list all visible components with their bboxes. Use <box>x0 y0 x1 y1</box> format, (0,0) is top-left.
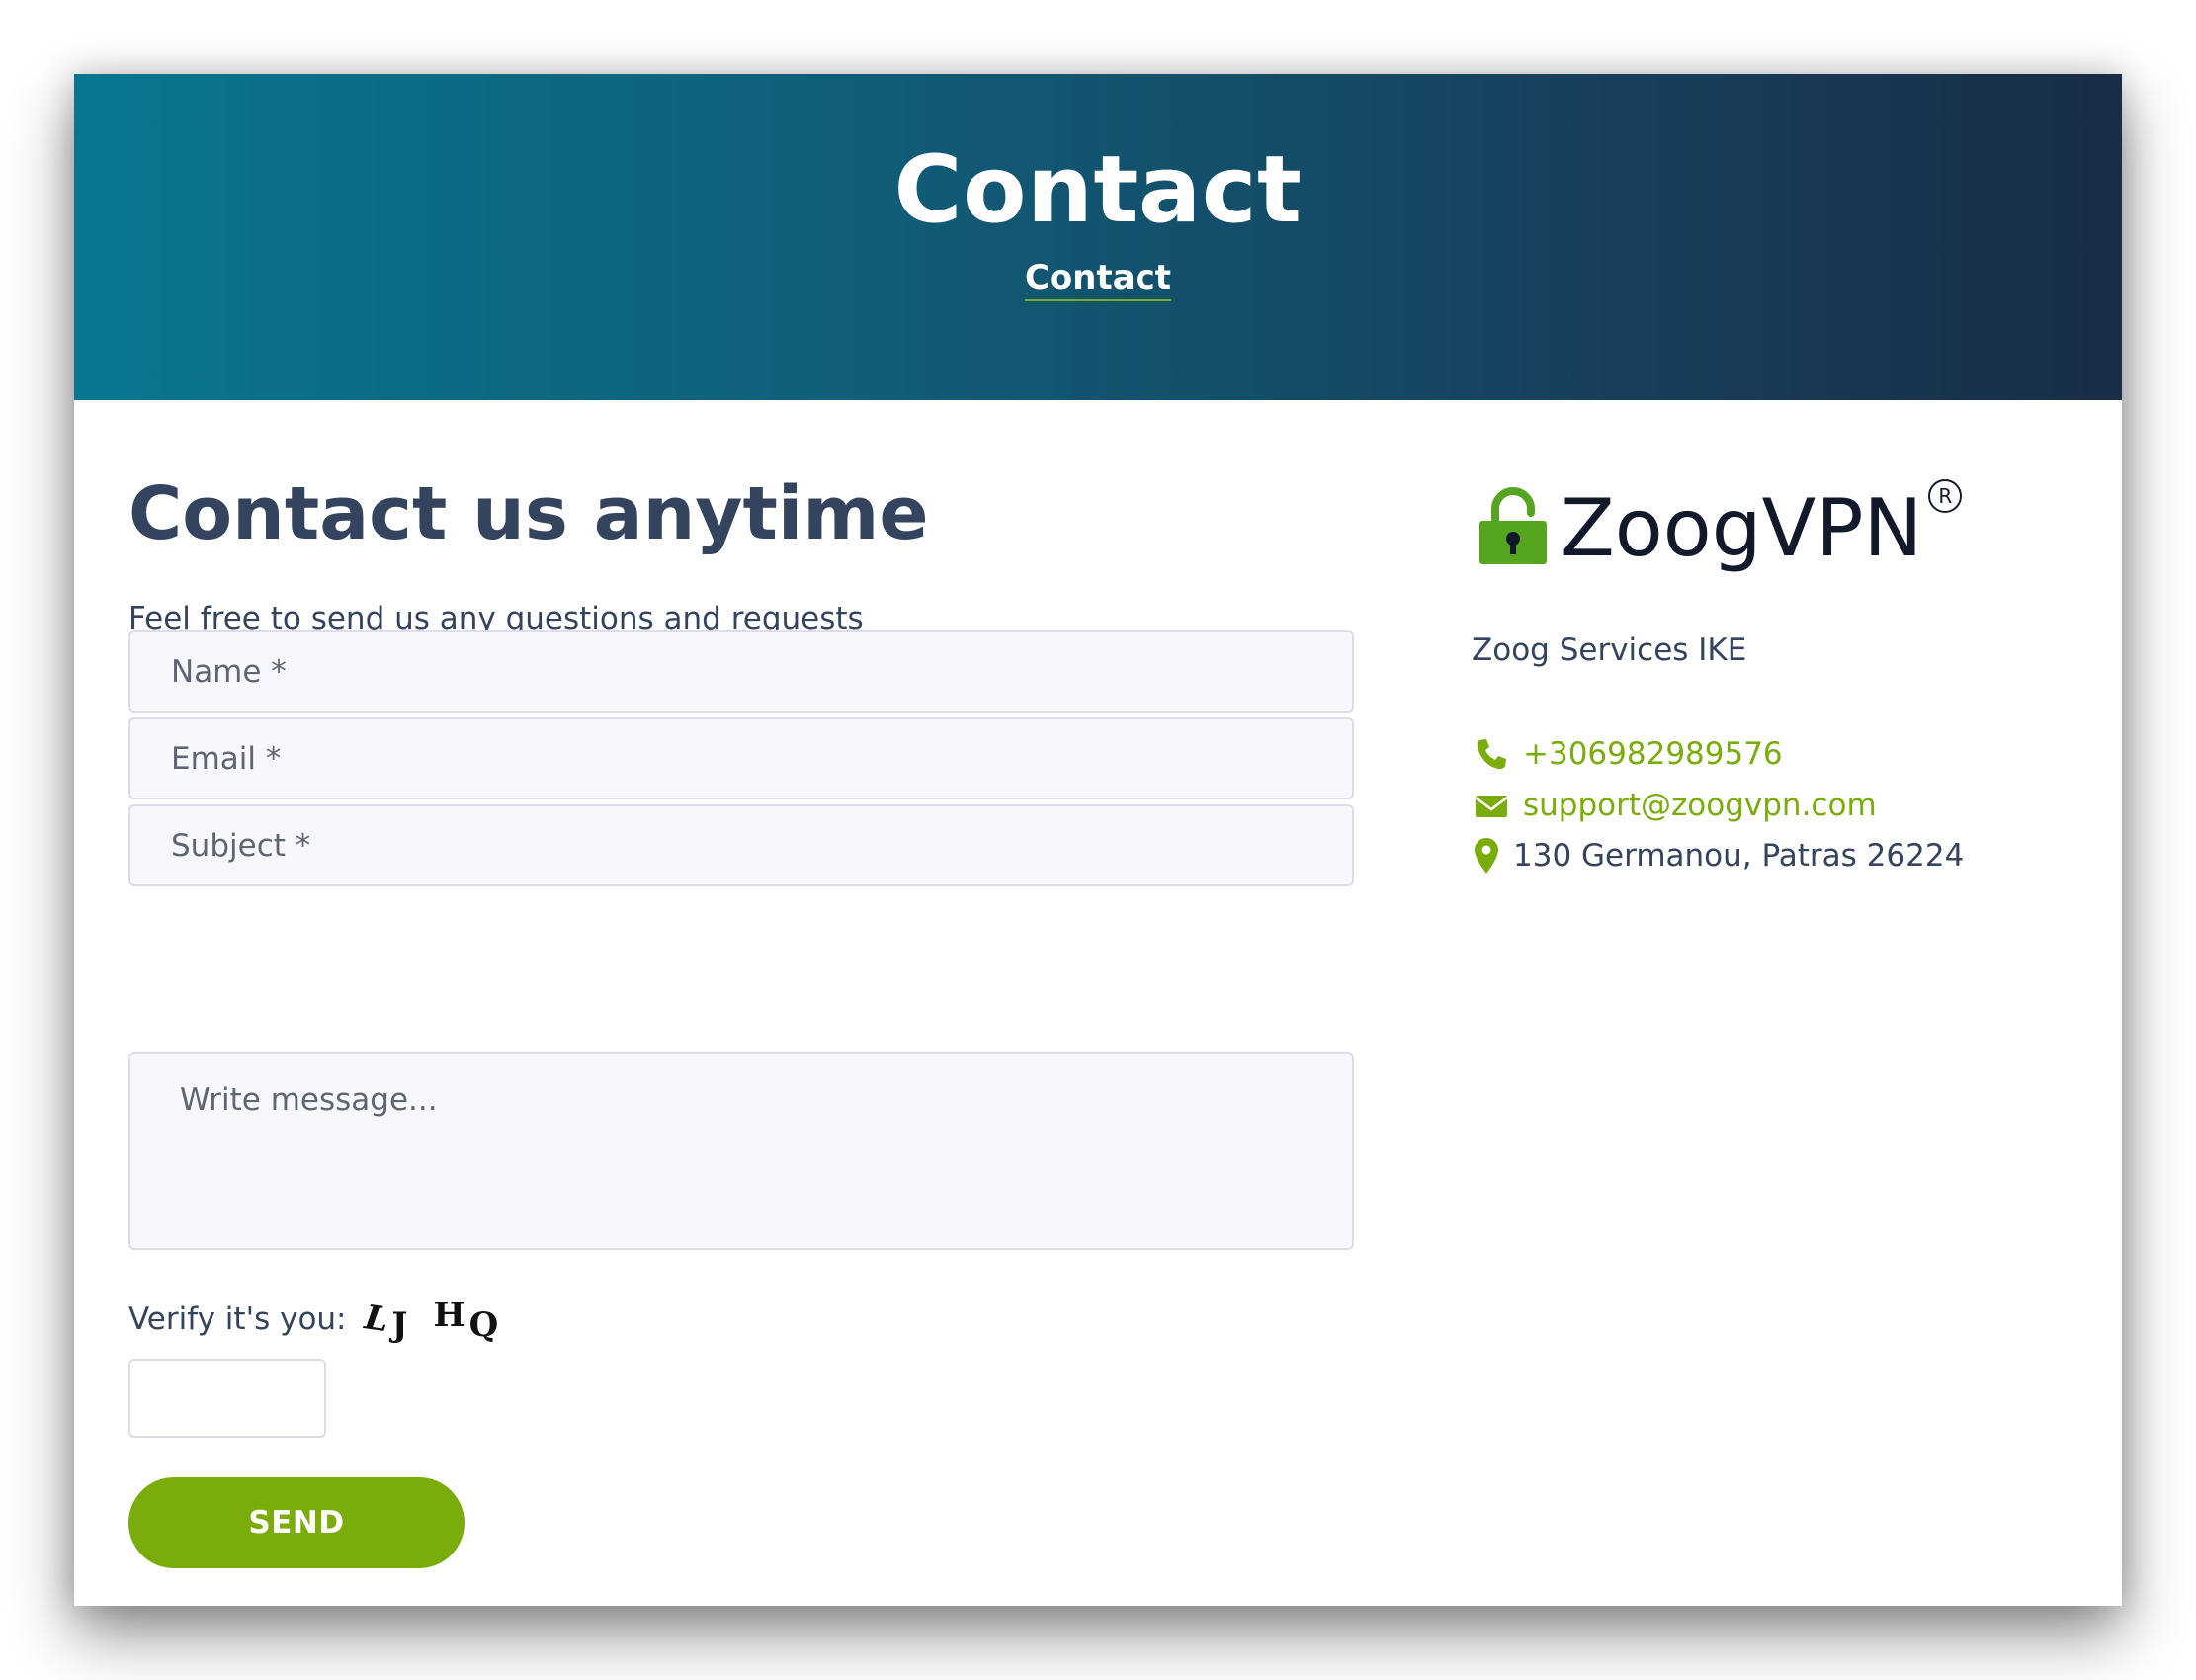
lock-icon <box>1479 487 1547 564</box>
captcha-row: Verify it's you: LJ HQ <box>128 1296 503 1345</box>
page-window: Contact Contact Contact us anytime Feel … <box>74 74 2122 1606</box>
send-button[interactable]: SEND <box>128 1477 465 1568</box>
phone-link[interactable]: +306982989576 <box>1523 736 1783 772</box>
email-input[interactable] <box>128 717 1354 799</box>
captcha-char: Q <box>468 1305 503 1345</box>
breadcrumb: Contact <box>74 258 2122 301</box>
hero-banner: Contact Contact <box>74 74 2122 400</box>
envelope-icon <box>1475 796 1508 817</box>
logo-text: ZoogVPN <box>1561 482 1923 574</box>
company-name: Zoog Services IKE <box>1472 632 1747 668</box>
phone-row: +306982989576 <box>1472 734 1783 774</box>
page-title: Contact <box>893 136 1303 244</box>
captcha-input[interactable] <box>128 1359 326 1438</box>
breadcrumb-link-contact[interactable]: Contact <box>1024 258 1172 301</box>
registered-icon: R <box>1928 479 1963 513</box>
address-row: 130 Germanou, Patras 26224 <box>1472 836 1964 876</box>
message-textarea[interactable] <box>128 1052 1354 1250</box>
email-link[interactable]: support@zoogvpn.com <box>1523 788 1877 823</box>
address-text: 130 Germanou, Patras 26224 <box>1513 838 1965 874</box>
subject-input[interactable] <box>128 804 1354 886</box>
captcha-char: H <box>433 1296 469 1335</box>
zoogvpn-logo: ZoogVPN R <box>1478 479 1963 578</box>
map-pin-icon <box>1475 838 1498 874</box>
email-row: support@zoogvpn.com <box>1472 786 1877 825</box>
captcha-image: LJ HQ <box>361 1296 503 1345</box>
phone-icon <box>1477 739 1506 770</box>
verify-label: Verify it's you: <box>128 1302 347 1337</box>
captcha-char: L <box>361 1298 395 1341</box>
form-heading: Contact us anytime <box>128 471 929 556</box>
name-input[interactable] <box>128 630 1354 713</box>
captcha-char: J <box>391 1305 412 1345</box>
